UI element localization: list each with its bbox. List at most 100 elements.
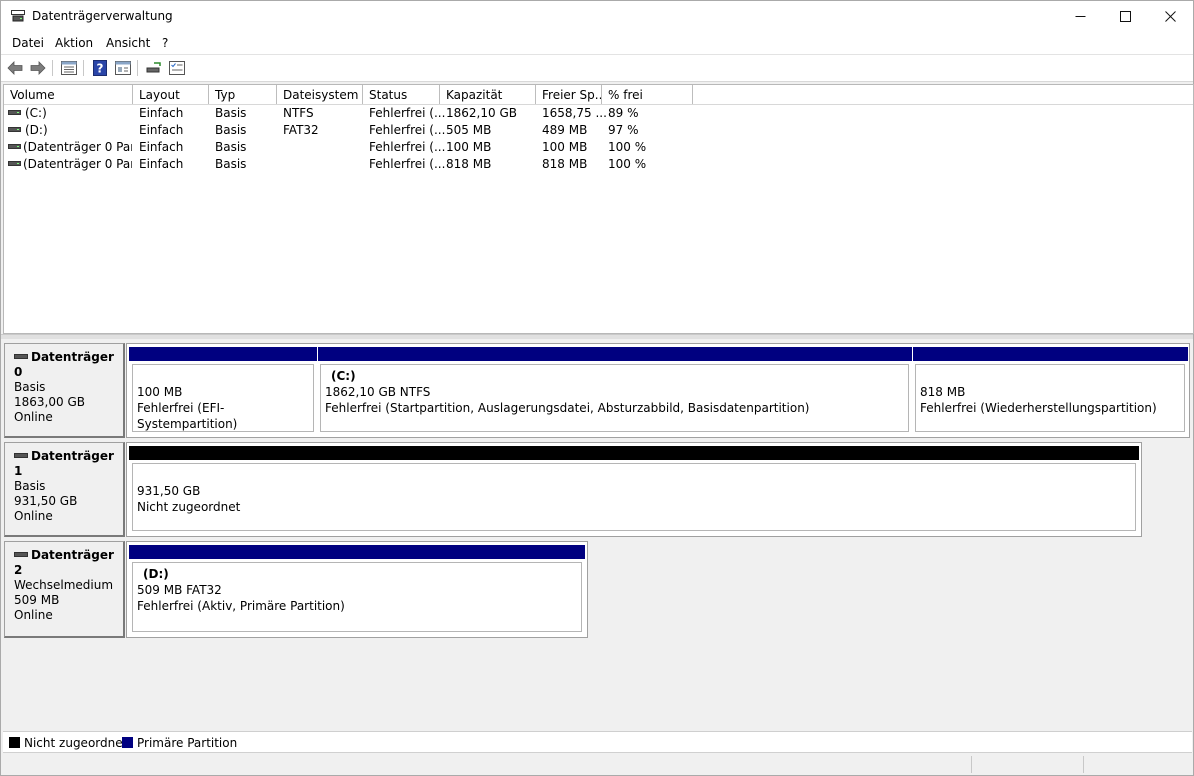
cell-kapazitaet: 505 MB <box>446 123 492 137</box>
partition-recovery[interactable]: 818 MB Fehlerfrei (Wiederherstellungspar… <box>913 347 1188 435</box>
menu-bar: Datei Aktion Ansicht ? <box>1 32 1193 55</box>
menu-ansicht[interactable]: Ansicht <box>106 36 150 50</box>
partition-bar <box>129 446 1139 460</box>
disk-2-label[interactable]: Datenträger 2 Wechselmedium 509 MB Onlin… <box>4 541 125 638</box>
partition-unallocated[interactable]: 931,50 GB Nicht zugeordnet <box>129 446 1139 534</box>
cell-layout: Einfach <box>139 123 184 137</box>
disk-management-app-icon <box>11 10 25 22</box>
cell-typ: Basis <box>215 157 247 171</box>
cell-prozent-frei: 97 % <box>608 123 639 137</box>
back-button[interactable] <box>6 59 24 77</box>
properties-icon <box>61 61 77 75</box>
cell-layout: Einfach <box>139 140 184 154</box>
partition-status: Fehlerfrei (EFI-Systempartition) <box>137 401 238 431</box>
cell-freier-speicher: 818 MB <box>542 157 588 171</box>
table-row[interactable]: (D:) Einfach Basis FAT32 Fehlerfrei (...… <box>4 122 1193 139</box>
disk-size: 509 MB <box>14 593 60 607</box>
partition-name: (D:) <box>143 567 169 581</box>
forward-icon <box>30 61 46 75</box>
cell-prozent-frei: 89 % <box>608 106 639 120</box>
partition-size: 818 MB <box>920 385 966 399</box>
cell-typ: Basis <box>215 106 247 120</box>
disk-1-label[interactable]: Datenträger 1 Basis 931,50 GB Online <box>4 442 125 537</box>
menu-datei[interactable]: Datei <box>12 36 44 50</box>
toolbar: ? <box>1 55 1193 82</box>
cell-status: Fehlerfrei (... <box>369 123 446 137</box>
cell-layout: Einfach <box>139 106 184 120</box>
legend-swatch <box>122 737 133 748</box>
partition-c[interactable]: (C:) 1862,10 GB NTFS Fehlerfrei (Startpa… <box>318 347 912 435</box>
rescan-button[interactable] <box>145 59 163 77</box>
column-header-kapazitaet[interactable]: Kapazität <box>440 85 536 104</box>
disk-name: Datenträger 0 <box>14 350 114 379</box>
menu-help[interactable]: ? <box>162 36 168 50</box>
disk-state: Online <box>14 509 53 523</box>
legend-item-primary: Primäre Partition <box>122 736 237 750</box>
toolbar-separator <box>137 60 138 76</box>
table-row[interactable]: (Datenträger 0 Par... Einfach Basis Fehl… <box>4 139 1193 156</box>
back-icon <box>7 61 23 75</box>
disk-0-partitions: 100 MB Fehlerfrei (EFI-Systempartition) … <box>126 343 1190 438</box>
menu-aktion[interactable]: Aktion <box>55 36 93 50</box>
partition-efi[interactable]: 100 MB Fehlerfrei (EFI-Systempartition) <box>129 347 317 435</box>
legend-label: Primäre Partition <box>137 736 238 750</box>
rescan-icon <box>146 62 161 73</box>
column-header-dateisystem[interactable]: Dateisystem <box>277 85 363 104</box>
partition-bar <box>129 347 317 361</box>
checklist-button[interactable] <box>168 59 186 77</box>
disk-type: Basis <box>14 479 46 493</box>
volume-name: (C:) <box>25 106 47 120</box>
minimize-button[interactable] <box>1057 1 1103 32</box>
partition-body: 100 MB Fehlerfrei (EFI-Systempartition) <box>132 364 314 432</box>
partition-size: 931,50 GB <box>137 484 201 498</box>
disk-graph-view: Datenträger 0 Basis 1863,00 GB Online 10… <box>3 339 1192 729</box>
partition-size: 100 MB <box>137 385 183 399</box>
column-header-typ[interactable]: Typ <box>209 85 277 104</box>
partition-size: 509 MB FAT32 <box>137 583 222 597</box>
close-icon <box>1164 11 1176 22</box>
partition-status: Fehlerfrei (Startpartition, Auslagerungs… <box>325 401 810 415</box>
close-button[interactable] <box>1147 1 1193 32</box>
column-header-prozent-frei[interactable]: % frei <box>602 85 693 104</box>
disk-icon <box>14 354 28 359</box>
disk-icon <box>14 453 28 458</box>
disk-0-label[interactable]: Datenträger 0 Basis 1863,00 GB Online <box>4 343 125 438</box>
help-button[interactable]: ? <box>91 59 109 77</box>
forward-button[interactable] <box>29 59 47 77</box>
table-row[interactable]: (Datenträger 0 Par... Einfach Basis Fehl… <box>4 156 1193 173</box>
column-header-status[interactable]: Status <box>363 85 440 104</box>
partition-status: Fehlerfrei (Wiederherstellungspartition) <box>920 401 1157 415</box>
console-button[interactable] <box>114 59 132 77</box>
console-icon <box>115 61 131 75</box>
cell-volume: (D:) <box>4 122 132 139</box>
status-separator <box>971 756 972 773</box>
cell-freier-speicher: 489 MB <box>542 123 588 137</box>
cell-status: Fehlerfrei (... <box>369 106 446 120</box>
status-bar <box>3 752 1192 775</box>
legend-bar: Nicht zugeordnet Primäre Partition <box>3 731 1192 752</box>
column-header-layout[interactable]: Layout <box>133 85 209 104</box>
volume-icon <box>8 144 21 149</box>
maximize-button[interactable] <box>1102 1 1148 32</box>
maximize-icon <box>1119 11 1131 22</box>
partition-name: (C:) <box>331 369 356 383</box>
cell-freier-speicher: 100 MB <box>542 140 588 154</box>
partition-d[interactable]: (D:) 509 MB FAT32 Fehlerfrei (Aktiv, Pri… <box>129 545 585 635</box>
partition-bar <box>913 347 1188 361</box>
svg-text:?: ? <box>97 62 104 76</box>
cell-kapazitaet: 818 MB <box>446 157 492 171</box>
table-row[interactable]: (C:) Einfach Basis NTFS Fehlerfrei (... … <box>4 105 1193 122</box>
disk-icon <box>14 552 28 557</box>
column-header-freier-speicher[interactable]: Freier Sp... <box>536 85 602 104</box>
column-header-volume[interactable]: Volume <box>4 85 133 104</box>
cell-status: Fehlerfrei (... <box>369 140 446 154</box>
volume-list[interactable]: Volume Layout Typ Dateisystem Status Kap… <box>3 84 1194 334</box>
properties-button[interactable] <box>60 59 78 77</box>
disk-1-partitions: 931,50 GB Nicht zugeordnet <box>126 442 1142 537</box>
volume-list-header: Volume Layout Typ Dateisystem Status Kap… <box>4 85 1193 105</box>
disk-type: Basis <box>14 380 46 394</box>
partition-status: Nicht zugeordnet <box>137 500 241 514</box>
cell-layout: Einfach <box>139 157 184 171</box>
cell-dateisystem: NTFS <box>283 106 314 120</box>
disk-management-window: Datenträgerverwaltung Datei Aktion Ansic… <box>0 0 1194 776</box>
